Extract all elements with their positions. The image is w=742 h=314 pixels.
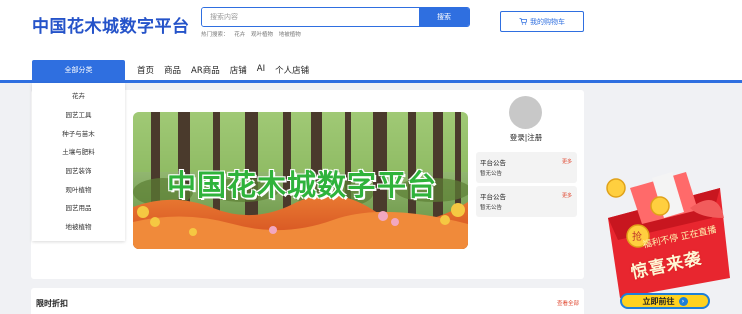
svg-text:抢: 抢 bbox=[632, 230, 642, 243]
category-item[interactable]: 花卉 bbox=[32, 86, 125, 105]
category-menu: 花卉 园艺工具 种子与苗木 土壤与肥料 园艺装饰 观叶植物 园艺用品 地被植物 bbox=[32, 83, 125, 241]
category-item[interactable]: 园艺工具 bbox=[32, 105, 125, 124]
cart-label: 我的购物车 bbox=[530, 17, 565, 26]
category-item[interactable]: 园艺用品 bbox=[32, 198, 125, 217]
red-envelope-icon: 抢 bbox=[606, 172, 730, 298]
notice-more-link[interactable]: 更多 bbox=[562, 192, 572, 199]
user-panel: 登录|注册 平台公告 更多 暂无公告 平台公告 更多 暂无公告 bbox=[471, 90, 581, 279]
nav-item-ar-products[interactable]: AR商品 bbox=[191, 64, 220, 76]
avatar[interactable] bbox=[509, 96, 542, 129]
nav-items: 首页 商品 AR商品 店铺 AI 个人店铺 bbox=[137, 64, 319, 76]
hot-search: 热门搜索： 花卉 观叶植物 地被植物 bbox=[201, 30, 305, 38]
category-item[interactable]: 土壤与肥料 bbox=[32, 142, 125, 161]
page: 中国花木城数字平台 搜索 热门搜索： 花卉 观叶植物 地被植物 我的购物车 全部… bbox=[0, 0, 742, 314]
search-input[interactable] bbox=[202, 8, 419, 26]
view-all-link[interactable]: 查看全部 bbox=[557, 299, 579, 307]
category-item[interactable]: 园艺装饰 bbox=[32, 161, 125, 180]
live-promo-widget[interactable]: 抢 福利不停 正在直播 惊喜来袭 立即前往 › bbox=[590, 148, 742, 314]
notice-title: 平台公告 bbox=[480, 159, 506, 167]
hot-search-term[interactable]: 地被植物 bbox=[279, 32, 301, 38]
notice-more-link[interactable]: 更多 bbox=[562, 158, 572, 165]
go-now-label: 立即前往 bbox=[642, 296, 675, 306]
site-logo[interactable]: 中国花木城数字平台 bbox=[32, 12, 190, 37]
notice-card: 平台公告 更多 暂无公告 bbox=[476, 186, 577, 217]
banner-title: 中国花木城数字平台 bbox=[166, 168, 437, 202]
category-item[interactable]: 地被植物 bbox=[32, 217, 125, 236]
hot-search-label: 热门搜索： bbox=[201, 32, 229, 38]
login-register-link[interactable]: 登录|注册 bbox=[471, 132, 581, 143]
category-item[interactable]: 种子与苗木 bbox=[32, 123, 125, 142]
hot-search-term[interactable]: 花卉 bbox=[234, 32, 245, 38]
all-categories-button[interactable]: 全部分类 bbox=[32, 60, 125, 80]
category-item[interactable]: 观叶植物 bbox=[32, 179, 125, 198]
notice-title: 平台公告 bbox=[480, 193, 506, 201]
nav-item-home[interactable]: 首页 bbox=[137, 64, 154, 76]
cart-button[interactable]: 我的购物车 bbox=[500, 11, 584, 32]
nav-item-ai[interactable]: AI bbox=[257, 64, 265, 76]
flash-sale-title: 限时折扣 bbox=[36, 299, 68, 308]
notice-card: 平台公告 更多 暂无公告 bbox=[476, 152, 577, 183]
notice-body: 暂无公告 bbox=[480, 171, 503, 177]
hot-search-term[interactable]: 观叶植物 bbox=[251, 32, 273, 38]
search-button[interactable]: 搜索 bbox=[419, 8, 469, 26]
arrow-right-icon: › bbox=[678, 296, 688, 306]
notice-body: 暂无公告 bbox=[480, 205, 503, 211]
nav-item-products[interactable]: 商品 bbox=[164, 64, 181, 76]
go-now-button[interactable]: 立即前往 › bbox=[620, 293, 710, 309]
search-box: 搜索 bbox=[201, 7, 470, 27]
main-nav: 全部分类 首页 商品 AR商品 店铺 AI 个人店铺 bbox=[0, 60, 742, 82]
hero-banner[interactable]: 中国花木城数字平台 bbox=[133, 112, 468, 249]
cart-icon bbox=[519, 18, 527, 25]
flash-sale-section: 限时折扣 查看全部 bbox=[31, 288, 584, 314]
nav-item-shops[interactable]: 店铺 bbox=[230, 64, 247, 76]
nav-item-personal-shop[interactable]: 个人店铺 bbox=[275, 64, 309, 76]
